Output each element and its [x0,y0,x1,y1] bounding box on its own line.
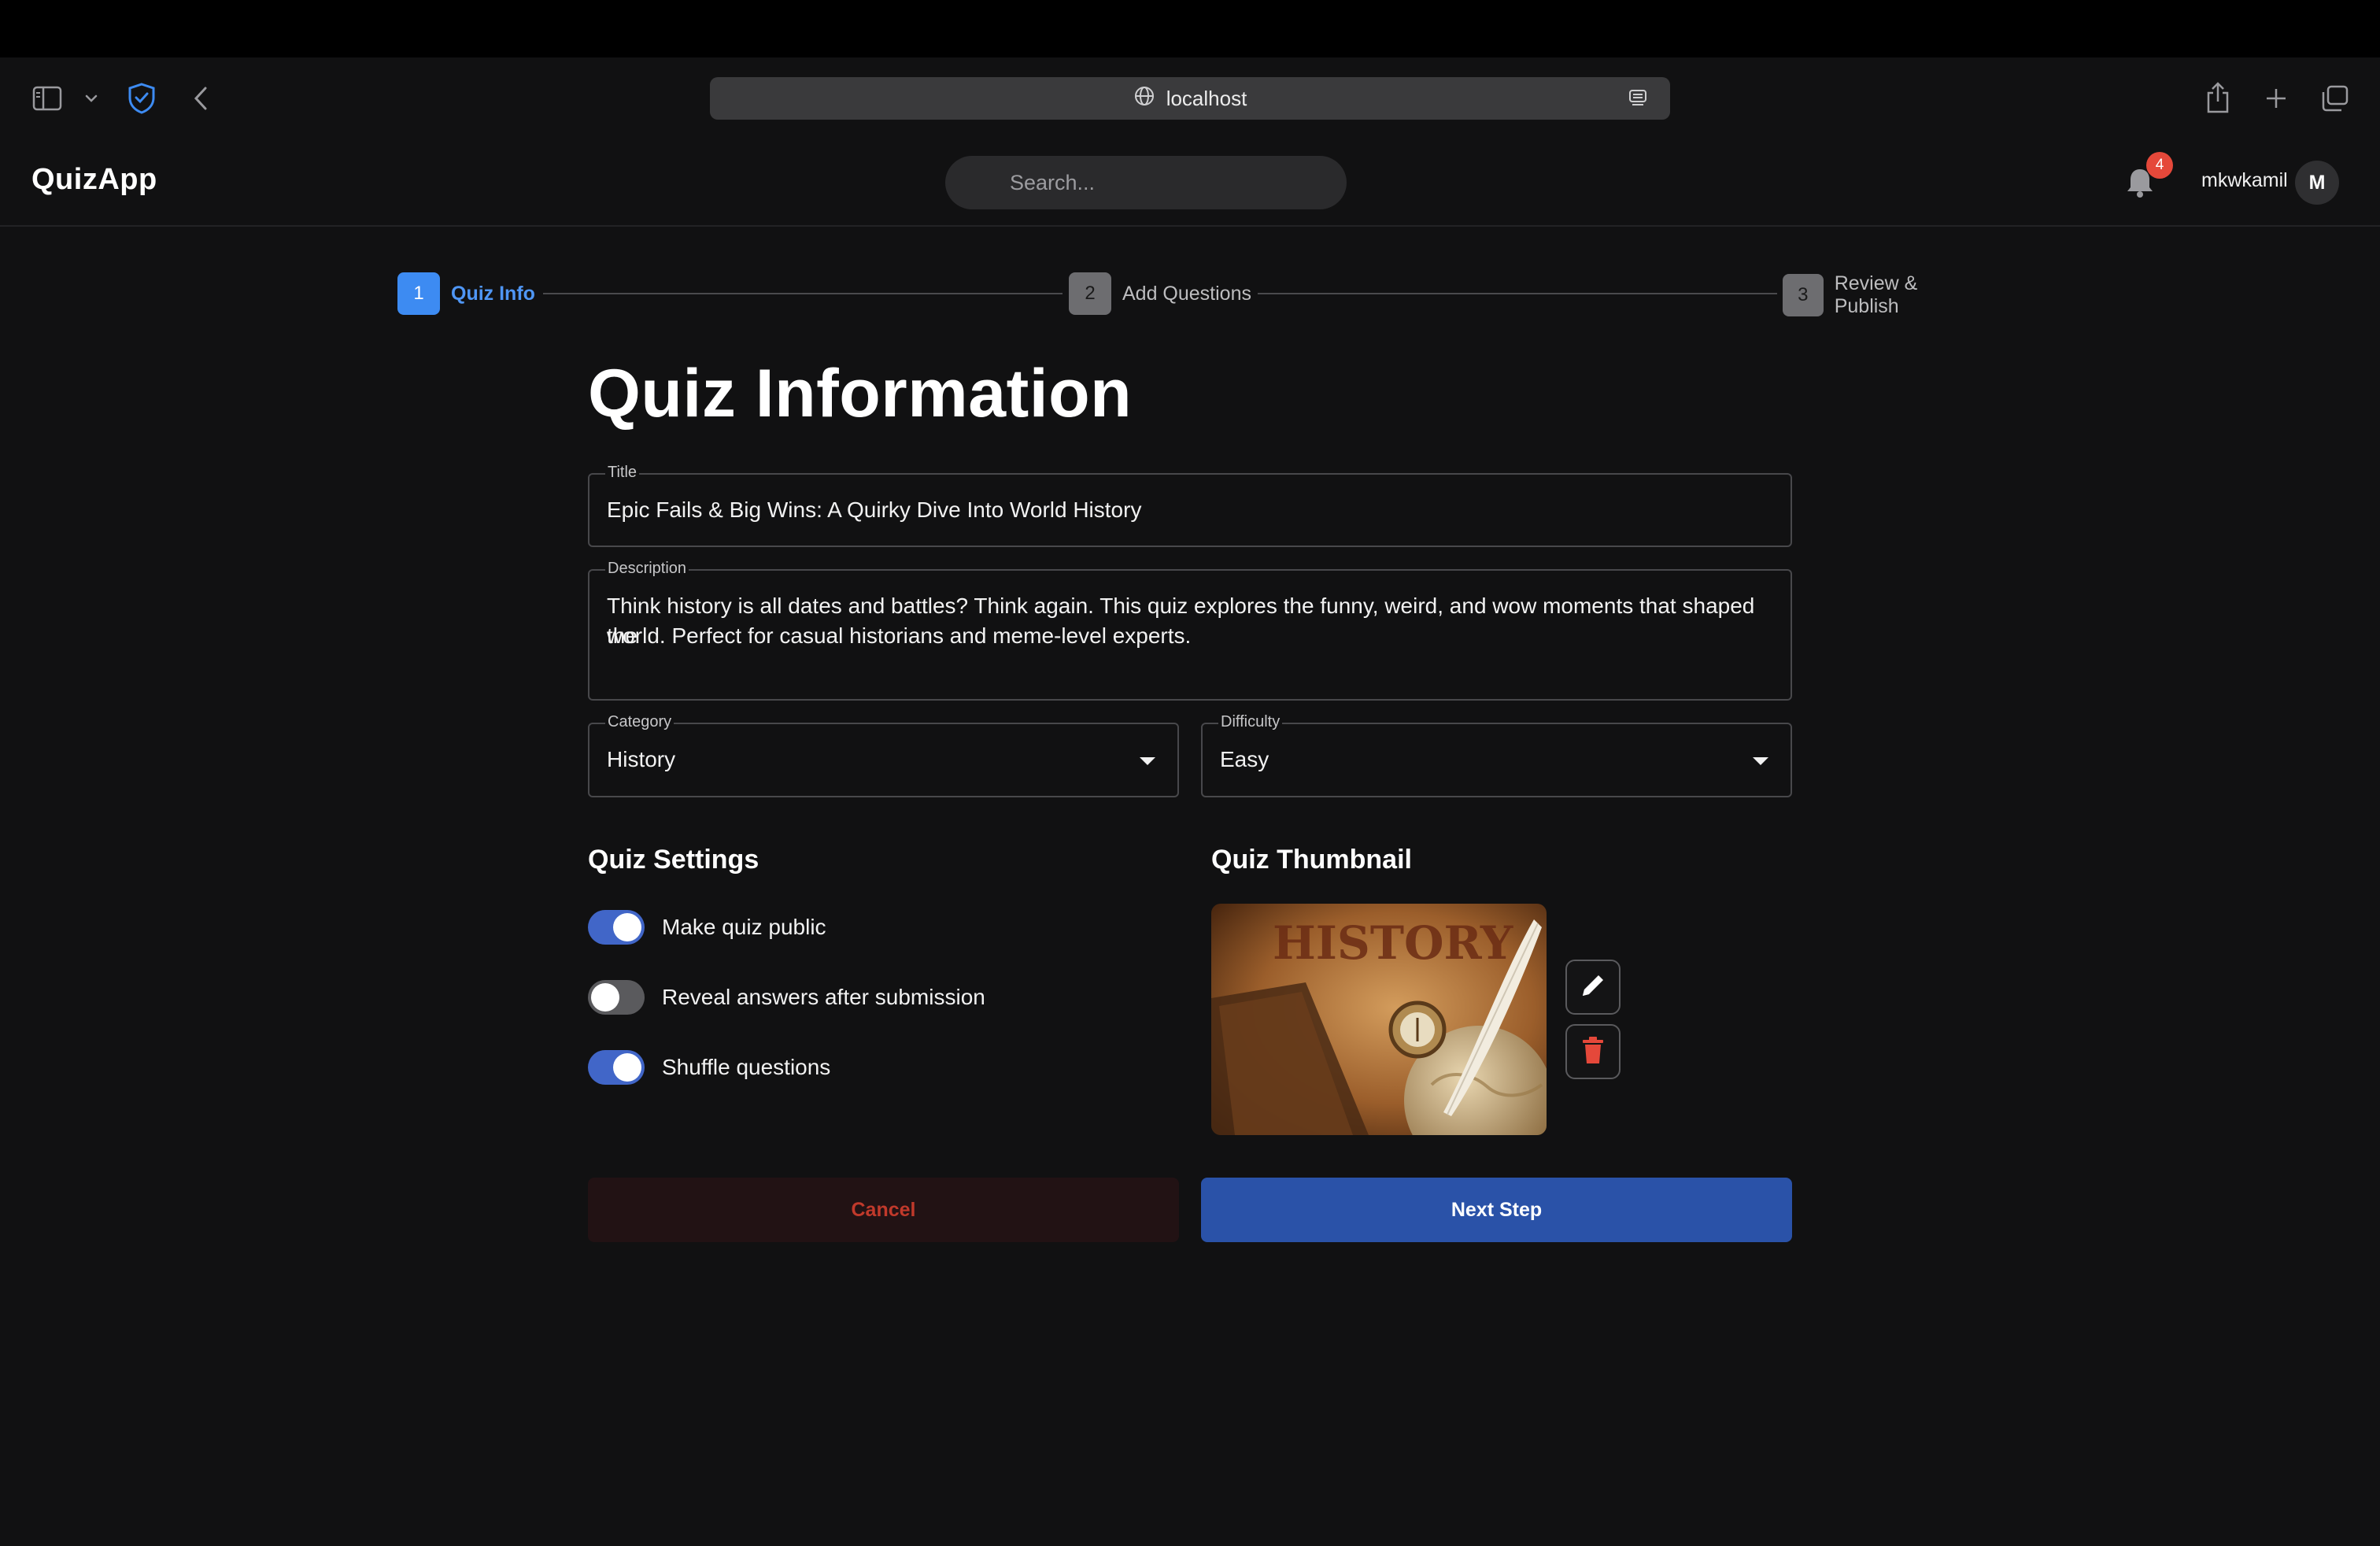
stepper: 1 Quiz Info 2 Add Questions 3 Review & P… [397,272,1981,318]
dropdown-arrow-icon [1753,757,1768,765]
step-connector [1258,293,1777,294]
category-select[interactable]: Category History [588,713,1179,797]
thumbnail-text: HISTORY [1273,916,1513,970]
description-line-2: world. Perfect for casual historians and… [607,623,1192,648]
thumbnail-image: HISTORY [1211,904,1547,1135]
step-label: Review & Publish [1834,272,1918,317]
difficulty-select[interactable]: Difficulty Easy [1201,713,1792,797]
back-icon[interactable] [189,81,213,116]
step-number: 3 [1783,274,1824,316]
public-toggle[interactable] [588,910,645,945]
description-label: Description [605,560,689,578]
quiz-settings-heading: Quiz Settings [588,845,759,875]
step-connector [543,293,1062,294]
title-field[interactable]: Title Epic Fails & Big Wins: A Quirky Di… [588,464,1792,547]
next-step-button[interactable]: Next Step [1201,1178,1792,1242]
difficulty-label: Difficulty [1218,713,1283,731]
pencil-icon [1578,971,1608,1004]
toggle-knob [591,983,619,1012]
shuffle-toggle[interactable] [588,1050,645,1085]
toggle-row-public: Make quiz public [588,910,826,945]
browser-toolbar: localhost [0,57,2380,139]
search-input[interactable] [945,156,1347,209]
difficulty-value: Easy [1220,747,1269,771]
app-logo[interactable]: QuizApp [31,163,157,197]
category-value: History [607,747,676,771]
step-label: Quiz Info [451,282,535,305]
tabs-overview-icon[interactable] [2319,83,2352,114]
dropdown-arrow-icon [1140,757,1155,765]
toggle-knob [613,1053,641,1082]
notification-badge: 4 [2146,152,2173,179]
toggle-row-reveal: Reveal answers after submission [588,980,985,1015]
toggle-row-shuffle: Shuffle questions [588,1050,830,1085]
description-field[interactable]: Description Think history is all dates a… [588,560,1792,701]
step-review-publish[interactable]: 3 Review & Publish [1783,272,1981,318]
avatar[interactable]: M [2295,161,2339,205]
sidebar-toggle-icon[interactable] [31,83,63,113]
reader-icon[interactable] [1628,88,1648,114]
share-icon[interactable] [2202,80,2234,116]
toggle-label: Shuffle questions [662,1055,831,1079]
step-label: Add Questions [1122,282,1251,305]
chevron-down-icon[interactable] [82,89,101,108]
screen-top-bezel [0,0,2380,57]
title-label: Title [605,464,640,482]
trash-icon [1580,1035,1606,1069]
app-header: QuizApp 4 mkwkamil M [0,139,2380,227]
delete-thumbnail-button[interactable] [1565,1024,1621,1079]
toggle-label: Reveal answers after submission [662,985,985,1009]
shield-icon[interactable] [124,81,159,116]
url-text: localhost [1166,86,1247,110]
step-number: 2 [1069,272,1111,315]
globe-icon [1133,85,1155,113]
title-value: Epic Fails & Big Wins: A Quirky Dive Int… [607,497,1142,522]
step-number: 1 [397,272,440,315]
username[interactable]: mkwkamil [2201,169,2288,192]
step-add-questions[interactable]: 2 Add Questions [1069,272,1251,315]
address-bar[interactable]: localhost [710,77,1670,120]
reveal-answers-toggle[interactable] [588,980,645,1015]
page-title: Quiz Information [588,356,1133,431]
toggle-knob [613,913,641,941]
cancel-button[interactable]: Cancel [588,1178,1179,1242]
quiz-thumbnail-heading: Quiz Thumbnail [1211,845,1412,875]
step-quiz-info[interactable]: 1 Quiz Info [397,272,535,315]
toggle-label: Make quiz public [662,915,826,939]
edit-thumbnail-button[interactable] [1565,960,1621,1015]
category-label: Category [605,713,674,731]
new-tab-icon[interactable] [2260,83,2292,114]
